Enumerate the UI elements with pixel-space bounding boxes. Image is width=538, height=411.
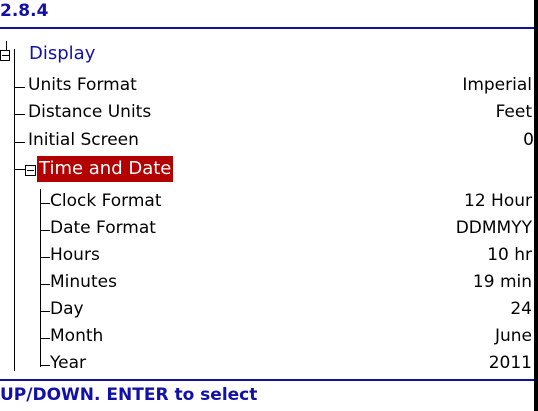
item-value: Feet (495, 102, 532, 122)
settings-screen: 2.8.4 Display Units Format Imperial Dist… (0, 0, 538, 411)
branch-line (40, 257, 50, 258)
list-item[interactable]: Date Format DDMMYY (0, 216, 538, 243)
item-value: Imperial (462, 75, 532, 95)
branch-line (14, 114, 25, 115)
list-item[interactable]: Month June (0, 324, 538, 351)
branch-line (14, 87, 25, 88)
tree-node-display[interactable]: Display (0, 41, 538, 68)
item-label: Month (50, 326, 104, 346)
item-label: Hours (50, 245, 100, 265)
collapse-toggle-icon[interactable] (25, 165, 36, 176)
branch-line (14, 142, 25, 143)
item-value: 10 hr (487, 245, 532, 265)
settings-tree: Display Units Format Imperial Distance U… (0, 29, 534, 379)
item-label: Year (50, 353, 86, 373)
branch-line (40, 230, 50, 231)
branch-line (40, 203, 50, 204)
time-and-date-label: Time and Date (37, 156, 174, 182)
collapse-toggle-icon[interactable] (0, 50, 10, 61)
list-item[interactable]: Hours 10 hr (0, 243, 538, 270)
item-value: June (494, 326, 532, 346)
version-label: 2.8.4 (0, 1, 49, 21)
item-value: 24 (510, 299, 532, 319)
list-item[interactable]: Clock Format 12 Hour (0, 189, 538, 216)
list-item[interactable]: Distance Units Feet (0, 100, 538, 127)
item-label: Initial Screen (28, 130, 139, 150)
list-item[interactable]: Units Format Imperial (0, 73, 538, 100)
tree-node-time-and-date[interactable]: Time and Date (0, 155, 538, 185)
item-label: Minutes (50, 272, 117, 292)
branch-line (40, 311, 50, 312)
item-value: 19 min (472, 272, 532, 292)
list-item[interactable]: Day 24 (0, 297, 538, 324)
item-label: Distance Units (28, 102, 152, 122)
list-item[interactable]: Year 2011 (0, 351, 538, 378)
display-section-label: Display (29, 43, 96, 64)
item-label: Units Format (28, 75, 137, 95)
header-bar: 2.8.4 (0, 0, 538, 29)
navigation-hint: UP/DOWN. ENTER to select (0, 385, 258, 405)
item-value: 0 (523, 130, 534, 150)
branch-line (40, 338, 50, 339)
item-label: Date Format (50, 218, 156, 238)
branch-line (40, 365, 50, 366)
item-value: DDMMYY (455, 218, 532, 238)
list-item[interactable]: Initial Screen 0 (0, 128, 538, 155)
branch-line (40, 284, 50, 285)
right-border (534, 0, 538, 411)
list-item[interactable]: Minutes 19 min (0, 270, 538, 297)
footer-hint-bar: UP/DOWN. ENTER to select (0, 379, 538, 411)
item-value: 12 Hour (464, 191, 532, 211)
item-value: 2011 (488, 353, 532, 373)
item-label: Day (50, 299, 84, 319)
item-label: Clock Format (50, 191, 162, 211)
